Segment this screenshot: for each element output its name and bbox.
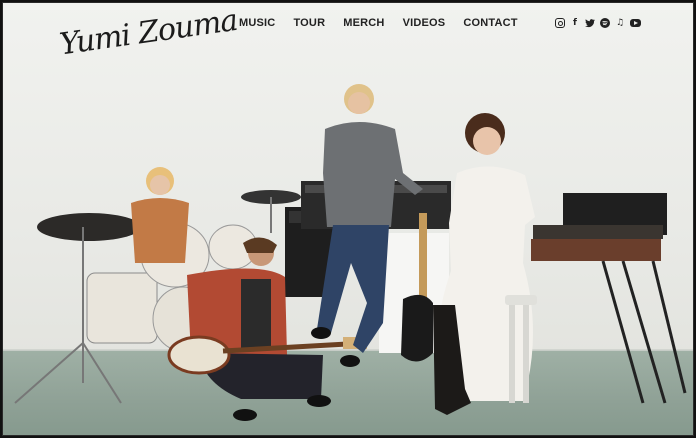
nav-music[interactable]: MUSIC [239,17,275,29]
social-links: f ♫ [555,18,641,28]
youtube-icon[interactable] [630,19,641,27]
facebook-icon[interactable]: f [570,18,580,28]
main-nav: MUSIC TOUR MERCH VIDEOS CONTACT [239,17,518,29]
twitter-icon[interactable] [585,18,595,28]
nav-videos[interactable]: VIDEOS [403,17,446,29]
instagram-icon[interactable] [555,18,565,28]
spotify-icon[interactable] [600,18,610,28]
nav-contact[interactable]: CONTACT [463,17,517,29]
nav-tour[interactable]: TOUR [293,17,325,29]
apple-music-icon[interactable]: ♫ [615,18,625,28]
nav-merch[interactable]: MERCH [343,17,384,29]
website-frame: Yumi Zouma MUSIC TOUR MERCH VIDEOS CONTA… [2,2,694,436]
